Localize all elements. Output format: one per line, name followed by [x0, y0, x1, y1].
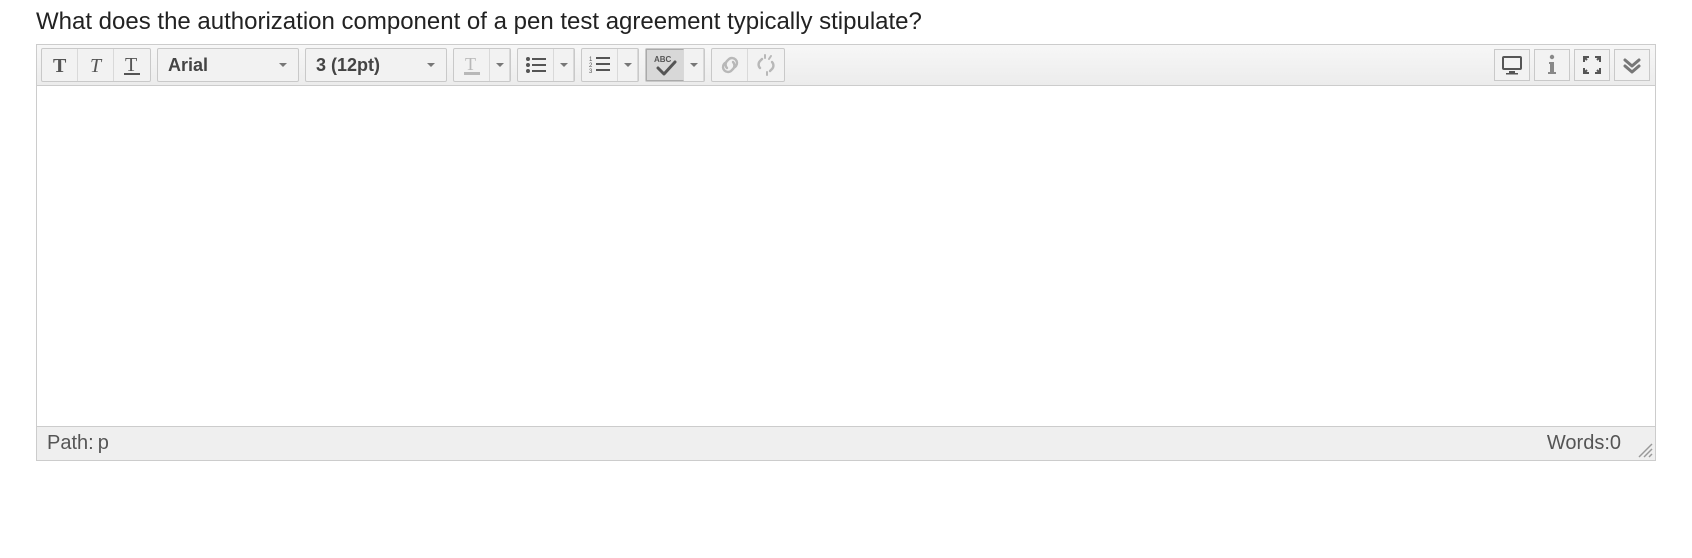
unlink-button[interactable]: [748, 49, 784, 81]
bullet-list-dropdown[interactable]: [554, 49, 574, 81]
svg-text:T: T: [53, 55, 67, 75]
font-family-select[interactable]: Arial: [158, 49, 298, 81]
bullet-list-group: [517, 48, 575, 82]
font-size-select[interactable]: 3 (12pt): [306, 49, 446, 81]
editor-toolbar: T T T Arial: [37, 45, 1655, 86]
preview-button[interactable]: [1494, 49, 1530, 81]
bullet-list-button[interactable]: [518, 49, 554, 81]
underline-icon: T: [122, 54, 142, 76]
chevron-down-icon: [426, 60, 436, 70]
chevron-down-icon: [623, 60, 633, 70]
font-size-value: 3 (12pt): [316, 55, 380, 76]
chevron-down-icon: [278, 60, 288, 70]
svg-text:T: T: [125, 54, 137, 76]
preview-icon: [1501, 55, 1523, 75]
bold-button[interactable]: T: [42, 49, 78, 81]
link-icon: [719, 54, 741, 76]
numbered-list-group: 1 2 3: [581, 48, 639, 82]
path-value[interactable]: p: [98, 432, 109, 455]
question-text: What does the authorization component of…: [36, 8, 1656, 36]
text-color-dropdown[interactable]: [490, 49, 510, 81]
more-icon: [1622, 55, 1642, 75]
bullet-list-icon: [525, 56, 547, 74]
spellcheck-group: ABC: [645, 48, 705, 82]
text-style-group: T T T: [41, 48, 151, 82]
svg-text:ABC: ABC: [654, 55, 672, 64]
editor-content-area[interactable]: [37, 86, 1655, 426]
resize-handle[interactable]: [1635, 440, 1653, 458]
svg-text:3: 3: [589, 69, 593, 74]
path-label: Path:: [47, 432, 94, 455]
chevron-down-icon: [495, 60, 505, 70]
bold-icon: T: [50, 55, 70, 75]
text-color-button[interactable]: T: [454, 49, 490, 81]
italic-icon: T: [86, 55, 106, 75]
underline-button[interactable]: T: [114, 49, 150, 81]
italic-button[interactable]: T: [78, 49, 114, 81]
unlink-icon: [754, 54, 778, 76]
word-count: Words:0: [1547, 432, 1621, 455]
link-button[interactable]: [712, 49, 748, 81]
info-button[interactable]: [1534, 49, 1570, 81]
fullscreen-button[interactable]: [1574, 49, 1610, 81]
numbered-list-button[interactable]: 1 2 3: [582, 49, 618, 81]
font-size-group: 3 (12pt): [305, 48, 447, 82]
chevron-down-icon: [559, 60, 569, 70]
right-tools-group: [1493, 48, 1651, 82]
words-label: Words:: [1547, 432, 1610, 454]
spellcheck-icon: ABC: [653, 54, 677, 76]
svg-text:T: T: [465, 54, 476, 74]
spellcheck-dropdown[interactable]: [684, 49, 704, 81]
fullscreen-icon: [1582, 55, 1602, 75]
spellcheck-button[interactable]: ABC: [646, 49, 684, 81]
link-group: [711, 48, 785, 82]
info-icon: [1544, 54, 1560, 76]
svg-text:T: T: [90, 55, 103, 75]
text-color-icon: T: [462, 54, 482, 76]
rich-text-editor: T T T Arial: [36, 44, 1656, 461]
font-family-group: Arial: [157, 48, 299, 82]
chevron-down-icon: [689, 60, 699, 70]
words-value: 0: [1610, 432, 1621, 454]
numbered-list-dropdown[interactable]: [618, 49, 638, 81]
numbered-list-icon: 1 2 3: [589, 56, 611, 74]
editor-statusbar: Path: p Words:0: [37, 426, 1655, 460]
font-family-value: Arial: [168, 55, 208, 76]
text-color-group: T: [453, 48, 511, 82]
more-button[interactable]: [1614, 49, 1650, 81]
